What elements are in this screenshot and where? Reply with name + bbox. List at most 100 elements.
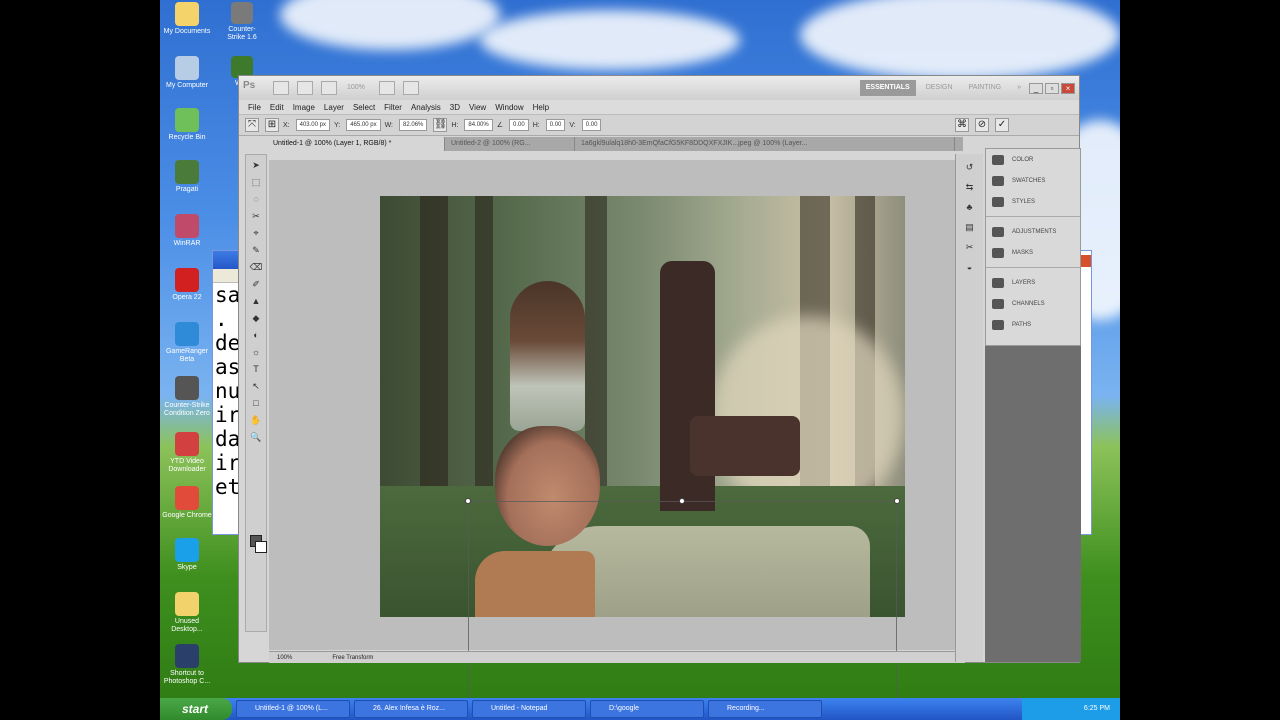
- transform-handle[interactable]: [894, 498, 900, 504]
- view-extras-button[interactable]: [321, 81, 337, 95]
- desktop-icon[interactable]: GameRanger Beta: [162, 322, 212, 364]
- desktop-icon[interactable]: Pragati: [162, 160, 212, 194]
- menu-layer[interactable]: Layer: [324, 103, 344, 112]
- panel-channels[interactable]: CHANNELS: [986, 293, 1080, 314]
- tools-presets-icon[interactable]: ✂: [962, 240, 978, 254]
- document-tab[interactable]: 1a6gkl9ulalq18h0-3EmQfaCfG5KF8DDQXFXJIK.…: [575, 137, 955, 151]
- desktop-icon[interactable]: Opera 22: [162, 268, 212, 302]
- character-icon[interactable]: ▤: [962, 220, 978, 234]
- minimize-icon[interactable]: _: [1029, 82, 1043, 94]
- tool-icon[interactable]: T: [248, 362, 264, 376]
- zoom-level[interactable]: 100%: [341, 80, 371, 96]
- x-field[interactable]: 403.00 px: [295, 119, 330, 131]
- transform-tool-icon[interactable]: ⤧: [245, 118, 259, 132]
- desktop-icon[interactable]: WinRAR: [162, 214, 212, 248]
- menu-image[interactable]: Image: [293, 103, 315, 112]
- background-color-swatch[interactable]: [255, 541, 267, 553]
- panel-paths[interactable]: PATHS: [986, 314, 1080, 335]
- system-tray-clock[interactable]: 6:25 PM: [1022, 698, 1120, 720]
- status-zoom[interactable]: 100%: [277, 655, 292, 661]
- panel-swatches[interactable]: SWATCHES: [986, 170, 1080, 191]
- restore-icon[interactable]: ▫: [1045, 82, 1059, 94]
- tool-icon[interactable]: ✂: [248, 209, 264, 223]
- taskbar-button[interactable]: 26. Alex Infesa è Roz...: [354, 700, 468, 718]
- screen-mode-button[interactable]: [402, 81, 419, 95]
- taskbar-button[interactable]: D:\google: [590, 700, 704, 718]
- workspace-painting[interactable]: PAINTING: [963, 80, 1008, 96]
- taskbar-button[interactable]: Untitled - Notepad: [472, 700, 586, 718]
- close-icon[interactable]: ×: [1061, 82, 1075, 94]
- tool-icon[interactable]: ⌖: [248, 226, 264, 240]
- desktop-icon[interactable]: Unused Desktop...: [162, 592, 212, 634]
- desktop-icon[interactable]: YTD Video Downloader: [162, 432, 212, 474]
- menu-file[interactable]: File: [248, 103, 261, 112]
- menu-edit[interactable]: Edit: [270, 103, 284, 112]
- menu-select[interactable]: Select: [353, 103, 375, 112]
- workspace-more-icon[interactable]: »: [1011, 80, 1027, 96]
- desktop-icon[interactable]: Counter-Strike Condition Zero: [162, 376, 212, 418]
- tool-icon[interactable]: ➤: [248, 158, 264, 172]
- desktop-icon[interactable]: Recycle Bin: [162, 108, 212, 142]
- taskbar-button[interactable]: Untitled-1 @ 100% (L...: [236, 700, 350, 718]
- panel-masks[interactable]: MASKS: [986, 242, 1080, 263]
- tool-icon[interactable]: ⌫: [248, 260, 264, 274]
- panel-layers[interactable]: LAYERS: [986, 272, 1080, 293]
- start-button[interactable]: start: [160, 698, 232, 720]
- cancel-transform-icon[interactable]: ⊘: [975, 118, 989, 132]
- tool-icon[interactable]: ◐: [248, 328, 264, 342]
- desktop-icon[interactable]: Counter-Strike 1.6: [222, 2, 262, 42]
- transform-handle[interactable]: [679, 498, 685, 504]
- transform-handle[interactable]: [465, 498, 471, 504]
- arrange-documents-button[interactable]: [378, 81, 395, 95]
- h-skew-field[interactable]: 0.00: [545, 119, 566, 131]
- brush-icon[interactable]: ◒: [962, 260, 978, 274]
- v-skew-field[interactable]: 0.00: [581, 119, 602, 131]
- menu-view[interactable]: View: [469, 103, 486, 112]
- panel-adjustments[interactable]: ADJUSTMENTS: [986, 221, 1080, 242]
- history-icon[interactable]: ↺: [962, 160, 978, 174]
- tool-icon[interactable]: ▲: [248, 294, 264, 308]
- workspace-essentials[interactable]: ESSENTIALS: [859, 80, 916, 96]
- desktop-icon[interactable]: Google Chrome: [162, 486, 212, 520]
- tool-icon[interactable]: ✐: [248, 277, 264, 291]
- warp-icon[interactable]: ⌘: [955, 118, 969, 132]
- workspace-design[interactable]: DESIGN: [920, 80, 959, 96]
- clone-source-icon[interactable]: ♣: [962, 200, 978, 214]
- free-transform-box[interactable]: [465, 498, 900, 715]
- width-field[interactable]: 82.06%: [399, 119, 428, 131]
- reference-point-icon[interactable]: ⊞: [265, 118, 279, 132]
- panel-styles[interactable]: STYLES: [986, 191, 1080, 212]
- menu-help[interactable]: Help: [533, 103, 549, 112]
- desktop-icon[interactable]: Shortcut to Photoshop C...: [162, 644, 212, 686]
- y-field[interactable]: 465.00 px: [346, 119, 381, 131]
- rotate-field[interactable]: 0.00: [509, 119, 529, 131]
- tool-icon[interactable]: ◌: [248, 192, 264, 206]
- document-tab[interactable]: Untitled-2 @ 100% (RG...: [445, 137, 575, 151]
- tool-icon[interactable]: 🔍: [248, 430, 264, 444]
- menu-3d[interactable]: 3D: [450, 103, 460, 112]
- height-field[interactable]: 84.00%: [464, 119, 493, 131]
- link-icon[interactable]: ⛓: [433, 118, 448, 132]
- tool-icon[interactable]: □: [248, 396, 264, 410]
- tool-icon[interactable]: ✋: [248, 413, 264, 427]
- menu-window[interactable]: Window: [495, 103, 523, 112]
- commit-transform-icon[interactable]: ✓: [995, 118, 1009, 132]
- tool-icon[interactable]: ◆: [248, 311, 264, 325]
- canvas-area[interactable]: [269, 160, 965, 715]
- tool-icon[interactable]: ↖: [248, 379, 264, 393]
- mini-bridge-button[interactable]: [297, 81, 313, 95]
- taskbar-button[interactable]: Recording...: [708, 700, 822, 718]
- panel-color[interactable]: COLOR: [986, 149, 1080, 170]
- desktop-icon[interactable]: Skype: [162, 538, 212, 572]
- tool-icon[interactable]: ⬚: [248, 175, 264, 189]
- desktop-icon[interactable]: My Computer: [162, 56, 212, 90]
- tool-icon[interactable]: ✎: [248, 243, 264, 257]
- rotate-icon: ∠: [496, 122, 504, 129]
- tool-icon[interactable]: ☼: [248, 345, 264, 359]
- desktop-icon[interactable]: My Documents: [162, 2, 212, 36]
- bridge-button[interactable]: [273, 81, 289, 95]
- document-tab[interactable]: Untitled-1 @ 100% (Layer 1, RGB/8) *: [267, 137, 445, 151]
- menu-filter[interactable]: Filter: [384, 103, 402, 112]
- menu-analysis[interactable]: Analysis: [411, 103, 441, 112]
- properties-icon[interactable]: ⇆: [962, 180, 978, 194]
